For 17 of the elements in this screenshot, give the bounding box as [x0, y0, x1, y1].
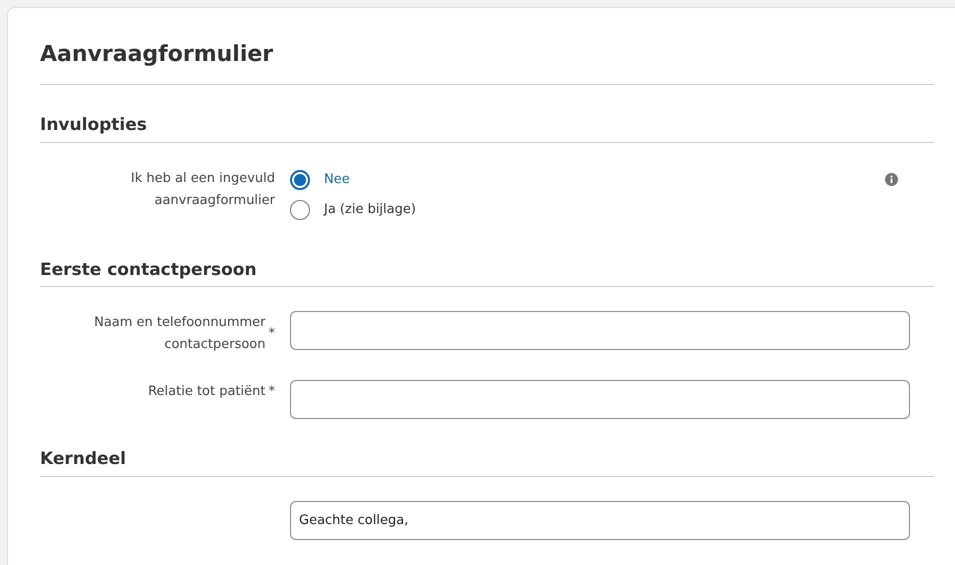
- section-heading: Invulopties: [40, 115, 934, 143]
- field-label: Relatie tot patiënt: [148, 383, 266, 402]
- required-mark: *: [268, 325, 275, 344]
- info-icon[interactable]: [885, 172, 898, 186]
- text-field[interactable]: [290, 311, 910, 350]
- field-label: Naam en telefoonnummer contactpersoon: [93, 314, 266, 354]
- radio-button[interactable]: [290, 200, 310, 220]
- required-mark: *: [268, 383, 275, 402]
- radio-label[interactable]: Ja (zie bijlage): [324, 200, 416, 220]
- radio-label[interactable]: Nee: [324, 170, 350, 190]
- section-heading: Eerste contactpersoon: [40, 260, 934, 288]
- field-label: Ik heb al een ingevuld aanvraagformulier: [130, 170, 275, 210]
- page-title: Aanvraagformulier: [40, 42, 934, 86]
- text-field[interactable]: Geachte collega,: [290, 500, 910, 540]
- radio-button[interactable]: [290, 170, 310, 190]
- text-field[interactable]: [290, 380, 910, 420]
- section-heading: Kerndeel: [40, 449, 934, 477]
